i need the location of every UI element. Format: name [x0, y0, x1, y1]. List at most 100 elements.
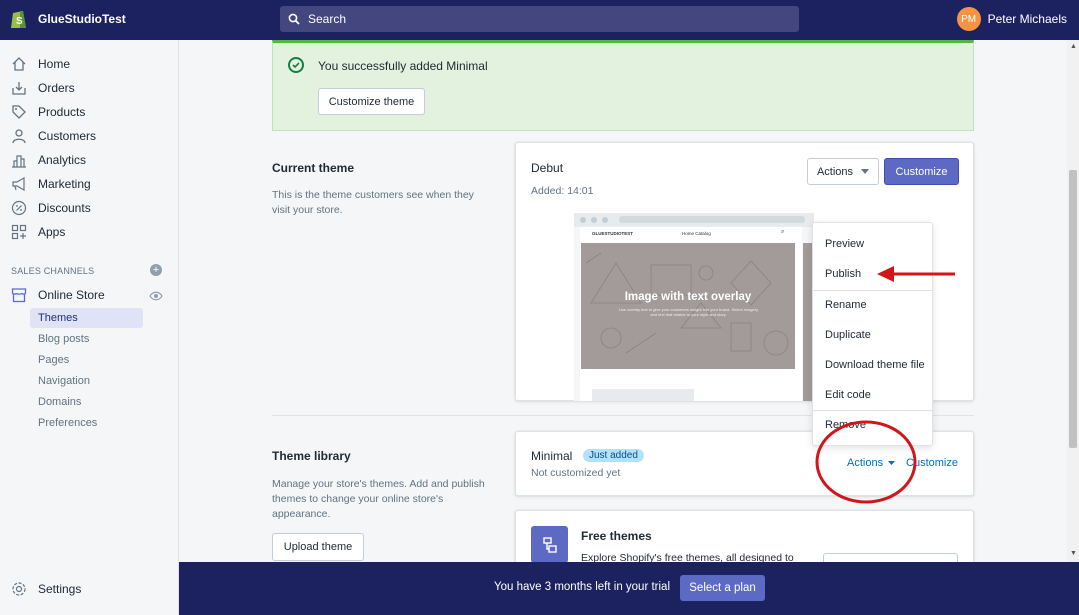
menu-item-duplicate[interactable]: Duplicate [825, 329, 871, 341]
current-theme-desc: This is the theme customers see when the… [272, 189, 474, 216]
menu-item-publish[interactable]: Publish [825, 268, 861, 280]
theme-added: Added: 14:01 [531, 185, 594, 197]
sidebar-item-orders[interactable]: Orders [10, 77, 75, 99]
status-badge: Just added [583, 449, 644, 462]
success-banner: You successfully added Minimal Customize… [272, 40, 974, 131]
caret-down-icon [888, 461, 896, 465]
preview-placeholder-block [592, 389, 694, 401]
eye-icon[interactable] [149, 290, 163, 302]
sidebar-subitem-blog-posts[interactable]: Blog posts [30, 329, 143, 349]
minimal-customize-link[interactable]: Customize [901, 457, 958, 469]
search-icon [288, 13, 300, 25]
avatar: PM [956, 7, 981, 31]
menu-divider [813, 410, 932, 411]
sidebar-subitem-pages[interactable]: Pages [30, 350, 143, 370]
preview-nav-links: Home Catalog [682, 231, 711, 236]
hero-pattern [585, 252, 789, 356]
sidebar-item-label: Marketing [38, 177, 91, 191]
gear-icon [10, 580, 28, 598]
sidebar-item-settings[interactable]: Settings [10, 578, 81, 600]
trial-bar: You have 3 months left in your trial Sel… [179, 562, 1079, 615]
sales-channels-heading: SALES CHANNELS [11, 266, 95, 276]
theme-name: Minimal [531, 449, 573, 463]
actions-label: Actions [847, 457, 884, 469]
free-themes-title: Free themes [581, 529, 652, 543]
sidebar-item-customers[interactable]: Customers [10, 125, 96, 147]
sidebar-item-label: Orders [38, 81, 75, 95]
sidebar-subitem-themes[interactable]: Themes [30, 308, 143, 328]
sidebar-item-online-store[interactable]: Online Store [10, 284, 105, 306]
store-name: GlueStudioTest [38, 12, 126, 26]
megaphone-icon [10, 175, 28, 193]
theme-name: Debut [531, 161, 564, 175]
upload-theme-button[interactable]: Upload theme [272, 533, 364, 561]
scroll-up-icon[interactable]: ▲ [1070, 43, 1077, 50]
top-bar: S GlueStudioTest Search PM Peter Michael… [0, 0, 1079, 40]
user-menu[interactable]: PM Peter Michaels [956, 7, 1067, 31]
checkmark-icon [288, 57, 304, 73]
browser-dot [602, 217, 608, 223]
menu-item-rename[interactable]: Rename [825, 299, 867, 311]
sidebar-item-apps[interactable]: Apps [10, 221, 65, 243]
sidebar-item-label: Settings [38, 582, 82, 596]
person-icon [10, 127, 28, 145]
preview-hero-subtitle: Use overlay text to give your customers … [618, 307, 759, 317]
sidebar-item-marketing[interactable]: Marketing [10, 173, 91, 195]
minimal-actions-link[interactable]: Actions [847, 457, 896, 469]
sidebar-item-label: Products [38, 105, 86, 119]
sidebar-item-home[interactable]: Home [10, 53, 70, 75]
browser-dot [580, 217, 586, 223]
search-input[interactable]: Search [280, 6, 799, 32]
sidebar-subitem-preferences[interactable]: Preferences [30, 413, 143, 433]
add-channel-icon[interactable]: + [150, 264, 162, 276]
sidebar-subitem-domains[interactable]: Domains [30, 392, 143, 412]
menu-item-edit-code[interactable]: Edit code [825, 389, 871, 401]
orders-icon [10, 79, 28, 97]
preview-store-name: GLUESTUDIOTEST [592, 231, 634, 236]
free-themes-icon [531, 526, 568, 562]
sidebar-item-label: Apps [38, 225, 66, 239]
preview-site: GLUESTUDIOTEST Home Catalog ⌕ Image with… [580, 227, 802, 401]
svg-text:S: S [16, 16, 23, 27]
sidebar-item-products[interactable]: Products [10, 101, 85, 123]
sidebar: Home Orders Products Customers Analytics… [0, 40, 179, 615]
sidebar-item-label: Customers [38, 129, 97, 143]
preview-hero-title: Image with text overlay [624, 291, 752, 303]
sidebar-item-label: Discounts [38, 201, 91, 215]
select-plan-button[interactable]: Select a plan [680, 575, 765, 601]
menu-item-preview[interactable]: Preview [825, 238, 864, 250]
menu-divider [813, 290, 932, 291]
scroll-down-icon[interactable]: ▼ [1070, 550, 1077, 557]
actions-label: Actions [816, 165, 854, 178]
theme-preview: GLUESTUDIOTEST Home Catalog ⌕ Image with… [574, 213, 814, 401]
free-themes-desc: Explore Shopify's free themes, all desig… [581, 552, 794, 562]
explore-free-themes-button[interactable] [823, 553, 958, 562]
scrollbar[interactable]: ▲ ▼ [1067, 40, 1079, 562]
trial-message: You have 3 months left in your trial [494, 581, 671, 593]
sidebar-item-discounts[interactable]: Discounts [10, 197, 91, 219]
discount-icon [10, 199, 28, 217]
free-themes-card: Free themes Explore Shopify's free theme… [515, 510, 974, 562]
sidebar-subitem-navigation[interactable]: Navigation [30, 371, 143, 391]
preview-hero: Image with text overlay Use overlay text… [581, 243, 795, 369]
preview-search-icon: ⌕ [781, 229, 785, 235]
scroll-thumb[interactable] [1069, 170, 1077, 448]
sidebar-item-analytics[interactable]: Analytics [10, 149, 86, 171]
caret-down-icon [861, 169, 870, 174]
shopify-logo-icon: S [11, 11, 26, 28]
customize-theme-button[interactable]: Customize theme [318, 88, 425, 115]
bar-chart-icon [10, 151, 28, 169]
apps-icon [10, 223, 28, 241]
search-placeholder: Search [308, 12, 347, 26]
menu-item-download[interactable]: Download theme file [825, 359, 925, 371]
sidebar-item-label: Analytics [38, 153, 87, 167]
brand[interactable]: S GlueStudioTest [10, 8, 126, 30]
banner-message: You successfully added Minimal [318, 59, 488, 73]
store-icon [10, 286, 28, 304]
actions-button[interactable]: Actions [807, 158, 879, 185]
menu-item-remove[interactable]: Remove [825, 419, 866, 431]
customize-button[interactable]: Customize [884, 158, 959, 185]
main-content: You successfully added Minimal Customize… [179, 40, 1067, 562]
preview-nav: GLUESTUDIOTEST Home Catalog ⌕ [580, 227, 802, 241]
actions-dropdown: Preview Publish Rename Duplicate Downloa… [812, 222, 933, 446]
